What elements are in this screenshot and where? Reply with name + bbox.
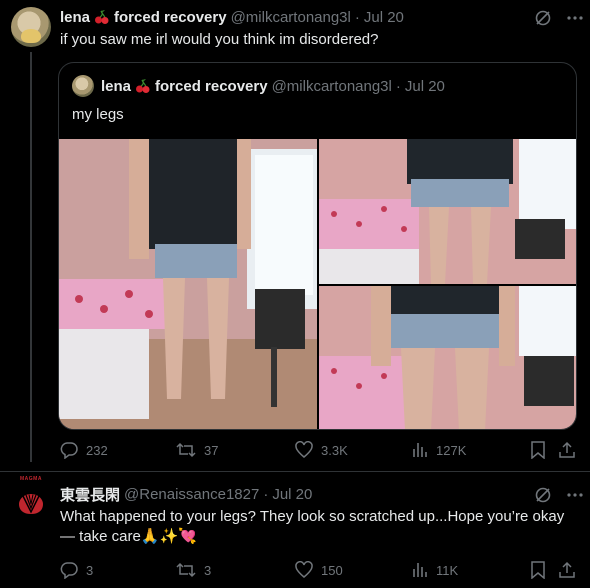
reply-count: 232 (86, 442, 108, 458)
tweet-main[interactable]: lena forced recovery @milkcartonang3l · … (0, 0, 590, 470)
share-icon[interactable] (558, 441, 576, 459)
grok-icon[interactable] (534, 486, 552, 504)
more-options-icon[interactable] (566, 9, 584, 27)
tweet-header: 東雲長閑 @Renaissance1827 · Jul 20 (60, 484, 312, 504)
repost-count: 37 (204, 442, 219, 458)
quoted-timestamp: Jul 20 (404, 77, 445, 95)
photo-legs-3[interactable] (319, 286, 576, 429)
media-grid (59, 139, 576, 429)
photo-legs-main[interactable] (59, 139, 317, 429)
like-count: 3.3K (321, 442, 348, 458)
views-count: 11K (436, 562, 459, 578)
views-button[interactable]: 127K (412, 441, 466, 459)
tweet-header: lena forced recovery @milkcartonang3l · … (60, 7, 404, 27)
quoted-display-name: lena (101, 77, 132, 95)
quoted-text: my legs (72, 106, 124, 123)
handle[interactable]: @Renaissance1827 (124, 486, 259, 503)
share-icon[interactable] (558, 561, 576, 579)
reply-icon (60, 562, 78, 579)
magma-logo-icon (11, 482, 51, 522)
separator: · (263, 485, 269, 503)
handle[interactable]: @milkcartonang3l (231, 9, 351, 26)
repost-icon (176, 562, 196, 578)
reply-button[interactable]: 232 (60, 441, 108, 459)
display-name[interactable]: lena (60, 9, 90, 26)
cherry-emoji-icon (136, 79, 150, 93)
like-count: 150 (321, 562, 343, 578)
tweet-text: if you saw me irl would you think im dis… (60, 31, 379, 48)
heart-icon (295, 441, 313, 458)
repost-count: 3 (204, 562, 212, 578)
separator: · (354, 8, 360, 26)
avatar-logo-text: MAGMA (20, 476, 42, 482)
timestamp[interactable]: Jul 20 (272, 486, 312, 503)
separator: · (395, 77, 401, 95)
repost-button[interactable]: 37 (176, 441, 218, 459)
cherry-emoji-icon (95, 10, 109, 24)
tweet-top-icons (534, 9, 584, 27)
views-count: 127K (436, 442, 467, 458)
tweet-reply[interactable]: MAGMA 東雲長閑 @Renaissance1827 · Jul 20 Wha… (0, 472, 590, 588)
quoted-handle: @milkcartonang3l (271, 77, 392, 95)
reply-icon (60, 442, 78, 459)
grok-icon[interactable] (534, 9, 552, 27)
more-options-icon[interactable] (566, 486, 584, 504)
reply-count: 3 (86, 562, 94, 578)
bookmark-icon[interactable] (530, 441, 546, 459)
display-name-suffix[interactable]: forced recovery (114, 9, 227, 26)
reply-button[interactable]: 3 (60, 561, 93, 579)
views-icon (413, 563, 427, 577)
repost-button[interactable]: 3 (176, 561, 211, 579)
like-button[interactable]: 150 (295, 561, 343, 579)
timestamp[interactable]: Jul 20 (364, 9, 404, 26)
quoted-display-name-suffix: forced recovery (155, 77, 268, 95)
like-button[interactable]: 3.3K (295, 441, 348, 459)
avatar[interactable] (11, 482, 51, 522)
photo-legs-2[interactable] (319, 139, 576, 284)
views-icon (413, 443, 427, 457)
bookmark-icon[interactable] (530, 561, 546, 579)
repost-icon (176, 442, 196, 458)
tweet-text-line-1: What happened to your legs? They look so… (60, 508, 565, 525)
heart-icon (295, 561, 313, 578)
tweet-top-icons (534, 486, 584, 504)
display-name[interactable]: 東雲長閑 (60, 484, 120, 505)
avatar[interactable] (11, 7, 51, 47)
views-button[interactable]: 11K (412, 561, 458, 579)
tweet-text-line-2: — take care🙏✨💘 (60, 528, 197, 545)
quoted-tweet[interactable]: lena forced recovery @milkcartonang3l · … (58, 62, 577, 430)
quoted-avatar (72, 75, 94, 97)
quoted-header: lena forced recovery @milkcartonang3l · … (101, 76, 445, 96)
